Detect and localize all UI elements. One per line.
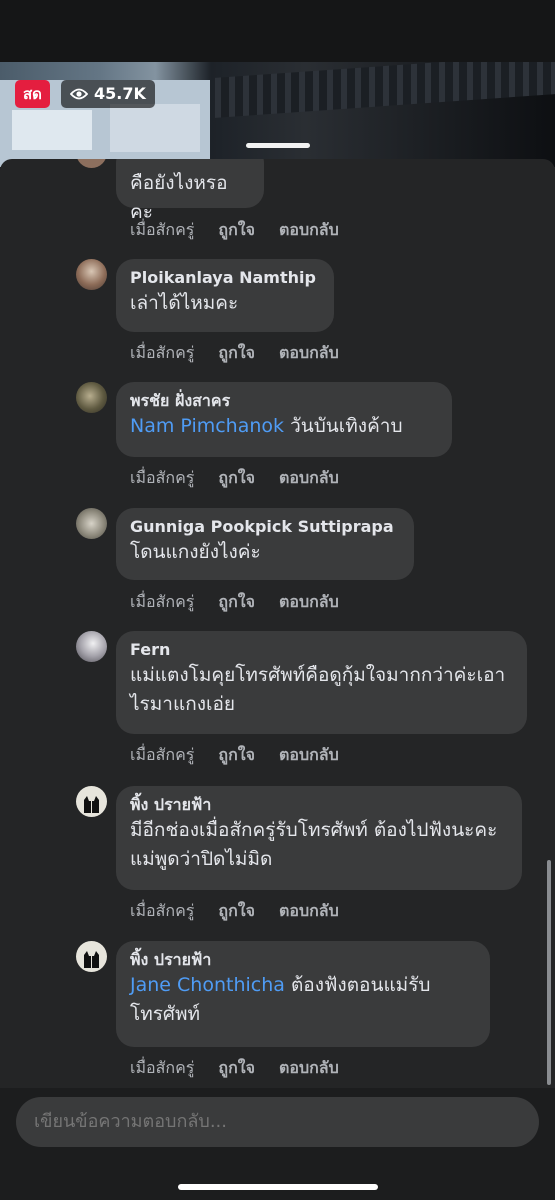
avatar[interactable] — [76, 631, 107, 662]
reply-button[interactable]: ตอบกลับ — [279, 1056, 339, 1081]
reply-input[interactable] — [16, 1097, 539, 1147]
comment-author[interactable]: Gunniga Pookpick Suttiprapa — [130, 516, 400, 538]
comment-text: Jane Chonthicha ต้องฟังตอนแม่รับโทรศัพท์ — [130, 974, 431, 1025]
comment-text: เล่าได้ไหมคะ — [130, 292, 239, 314]
viewer-count-badge: 45.7K — [61, 80, 155, 108]
like-button[interactable]: ถูกใจ — [218, 899, 255, 924]
comment-author[interactable]: Ploikanlaya Namthip — [130, 267, 320, 289]
comment-author[interactable]: Fern — [130, 639, 513, 661]
mention-link[interactable]: Jane Chonthicha — [130, 974, 285, 996]
scrollbar[interactable] — [547, 860, 551, 1085]
comment-time: เมื่อสักครู่ — [130, 1058, 195, 1077]
like-button[interactable]: ถูกใจ — [218, 590, 255, 615]
comment-bubble: คือยังไงหรอ คะ — [116, 159, 264, 223]
avatar[interactable] — [76, 786, 107, 817]
comment-actions: เมื่อสักครู่ ถูกใจ ตอบกลับ — [130, 743, 363, 768]
reply-button[interactable]: ตอบกลับ — [279, 743, 339, 768]
viewer-count: 45.7K — [94, 84, 146, 103]
reply-button[interactable]: ตอบกลับ — [279, 218, 339, 243]
cat-icon — [84, 951, 99, 968]
comment-actions: เมื่อสักครู่ ถูกใจ ตอบกลับ — [130, 899, 363, 924]
comment-time: เมื่อสักครู่ — [130, 220, 195, 239]
avatar[interactable] — [76, 159, 107, 168]
avatar[interactable] — [76, 941, 107, 972]
comment-actions: เมื่อสักครู่ ถูกใจ ตอบกลับ — [130, 1056, 363, 1081]
comment-actions: เมื่อสักครู่ ถูกใจ ตอบกลับ — [130, 466, 363, 491]
avatar[interactable] — [76, 259, 107, 290]
comments-sheet[interactable]: คือยังไงหรอ คะ เมื่อสักครู่ ถูกใจ ตอบกลั… — [0, 159, 555, 1200]
live-video-preview[interactable] — [0, 62, 555, 167]
comment-time: เมื่อสักครู่ — [130, 592, 195, 611]
comment-author[interactable]: พิ้ง ปรายฟ้า — [130, 949, 476, 971]
comment-time: เมื่อสักครู่ — [130, 745, 195, 764]
cat-icon — [84, 796, 99, 813]
comment-time: เมื่อสักครู่ — [130, 468, 195, 487]
comment-time: เมื่อสักครู่ — [130, 343, 195, 362]
eye-icon — [70, 88, 88, 100]
like-button[interactable]: ถูกใจ — [218, 341, 255, 366]
comment-text: โดนแกงยังไงค่ะ — [130, 541, 261, 563]
comment-actions: เมื่อสักครู่ ถูกใจ ตอบกลับ — [130, 590, 363, 615]
comment-text: มีอีกช่องเมื่อสักครู่รับโทรศัพท์ ต้องไปฟ… — [130, 819, 498, 870]
comment-bubble: พิ้ง ปรายฟ้า Jane Chonthicha ต้องฟังตอนแ… — [116, 941, 490, 1047]
avatar[interactable] — [76, 382, 107, 413]
status-bar-area — [0, 0, 555, 62]
comment-actions: เมื่อสักครู่ ถูกใจ ตอบกลับ — [130, 341, 363, 366]
comment-bubble: Fern แม่แตงโมคุยโทรศัพท์คือดูกุ้มใจมากกว… — [116, 631, 527, 734]
sheet-drag-handle[interactable] — [246, 143, 310, 148]
comment-bubble: พิ้ง ปรายฟ้า มีอีกช่องเมื่อสักครู่รับโทร… — [116, 786, 522, 890]
like-button[interactable]: ถูกใจ — [218, 743, 255, 768]
avatar[interactable] — [76, 508, 107, 539]
comment-author[interactable] — [130, 159, 250, 169]
comment-bubble: Ploikanlaya Namthip เล่าได้ไหมคะ — [116, 259, 334, 332]
comment-author[interactable]: พรชัย ฝั่งสาคร — [130, 390, 438, 412]
like-button[interactable]: ถูกใจ — [218, 218, 255, 243]
reply-button[interactable]: ตอบกลับ — [279, 466, 339, 491]
mention-link[interactable]: Nam Pimchanok — [130, 415, 284, 437]
comment-actions: เมื่อสักครู่ ถูกใจ ตอบกลับ — [130, 218, 363, 243]
comment-text: แม่แตงโมคุยโทรศัพท์คือดูกุ้มใจมากกว่าค่ะ… — [130, 664, 506, 715]
home-indicator[interactable] — [178, 1184, 378, 1190]
like-button[interactable]: ถูกใจ — [218, 466, 255, 491]
reply-button[interactable]: ตอบกลับ — [279, 590, 339, 615]
comment-time: เมื่อสักครู่ — [130, 901, 195, 920]
reply-button[interactable]: ตอบกลับ — [279, 341, 339, 366]
comment-author[interactable]: พิ้ง ปรายฟ้า — [130, 794, 508, 816]
video-background-roof — [215, 62, 555, 118]
like-button[interactable]: ถูกใจ — [218, 1056, 255, 1081]
live-badge: สด — [15, 80, 50, 108]
reply-button[interactable]: ตอบกลับ — [279, 899, 339, 924]
comment-bubble: พรชัย ฝั่งสาคร Nam Pimchanok วันบันเทิงค… — [116, 382, 452, 457]
comment-text: Nam Pimchanok วันบันเทิงค้าบ — [130, 415, 403, 437]
comment-bubble: Gunniga Pookpick Suttiprapa โดนแกงยังไงค… — [116, 508, 414, 580]
